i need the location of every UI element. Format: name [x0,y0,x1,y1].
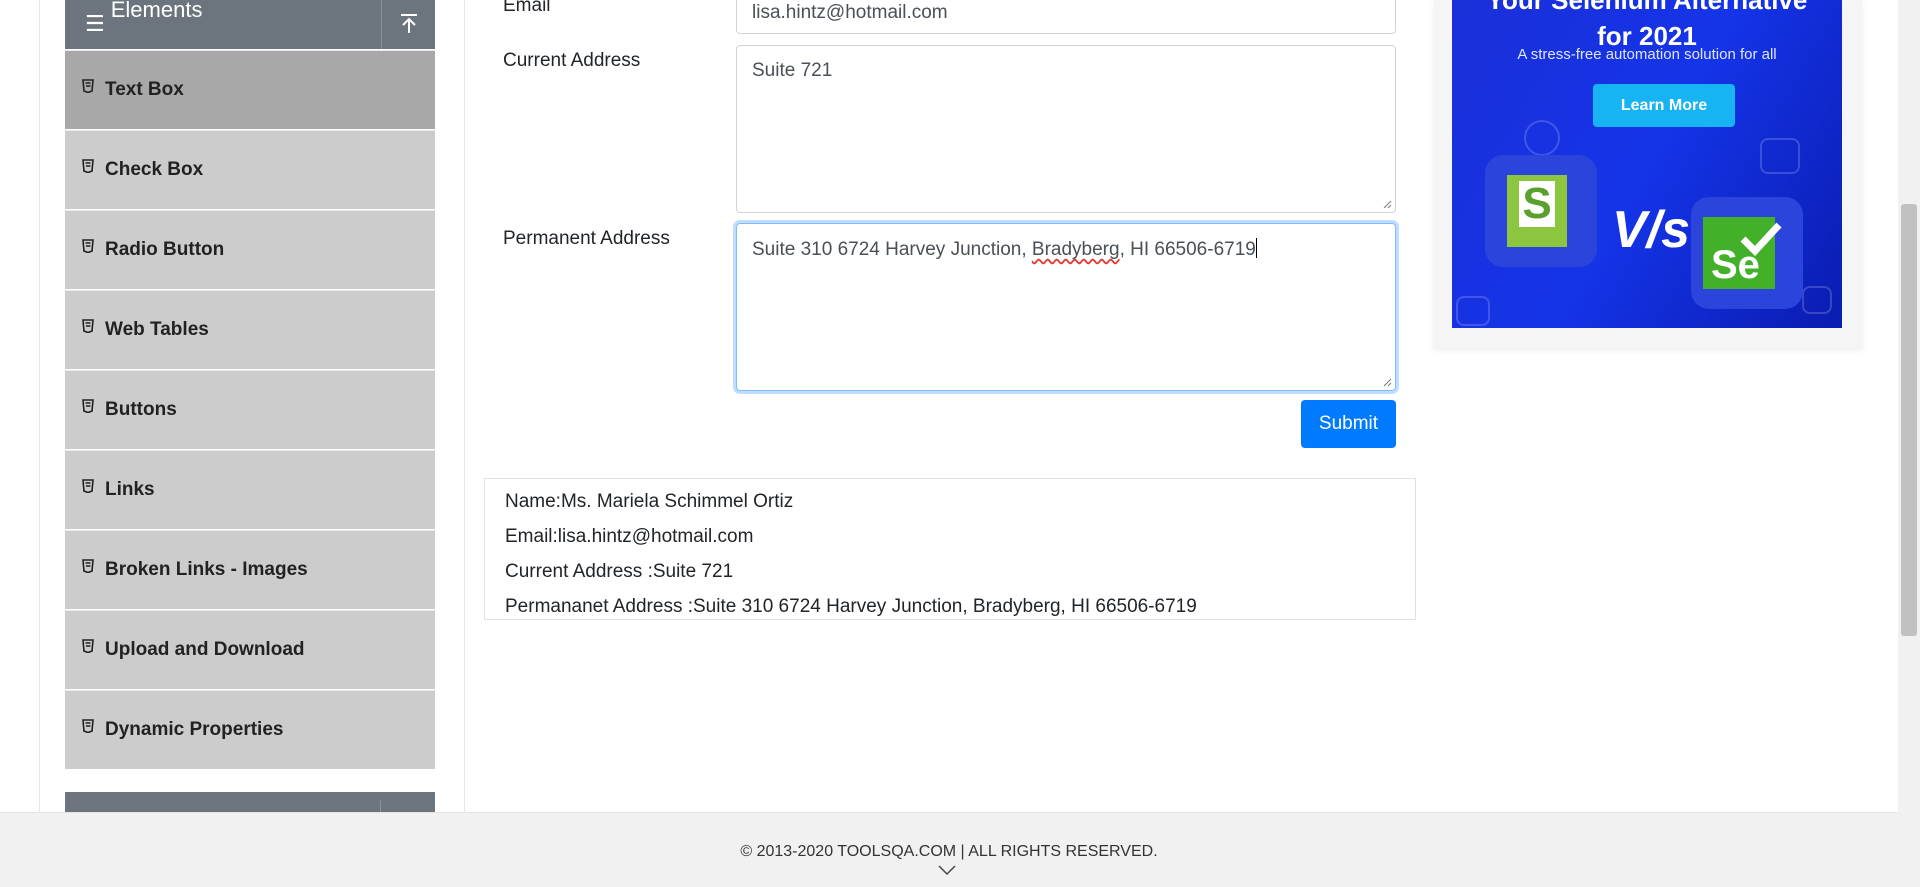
upload-arrow-icon [400,13,417,33]
ad-title-line1: Your Selenium Alternative [1486,0,1808,15]
checkmark-icon [1740,222,1782,257]
resize-grip-icon[interactable] [1382,199,1392,209]
sidebar-item-links[interactable]: Links [65,450,435,529]
resize-grip-icon[interactable] [1382,377,1392,387]
sidebar: ☰ Elements Text Box Check Box Radio Butt… [65,0,435,769]
sidebar-item-label: Broken Links - Images [105,559,308,580]
submit-button[interactable]: Submit [1301,400,1396,448]
output-name: Name:Ms. Mariela Schimmel Ortiz [505,491,794,512]
html5-icon [82,479,94,493]
sidebar-item-label: Text Box [105,79,184,100]
output-current-address: Current Address :Suite 721 [505,561,734,582]
sidebar-item-broken-links[interactable]: Broken Links - Images [65,530,435,609]
current-address-value: Suite 721 [752,60,833,81]
sidebar-item-text-box[interactable]: Text Box [65,50,435,129]
current-address-label: Current Address [503,50,641,71]
code-icon [1760,138,1800,174]
permanent-address-text-b: , HI 66506-6719 [1119,239,1256,260]
html5-icon [82,719,94,733]
left-divider [39,0,40,812]
html5-icon [82,239,94,253]
current-address-field[interactable]: Suite 721 [736,45,1396,213]
permanent-address-label: Permanent Address [503,228,670,249]
sidebar-item-check-box[interactable]: Check Box [65,130,435,209]
html5-icon [82,319,94,333]
sidebar-item-label: Upload and Download [105,639,305,660]
katalon-logo: S [1485,155,1597,267]
ad-banner[interactable]: Your Selenium Alternative for 2021 A str… [1452,0,1842,328]
elements-group-header[interactable]: ☰ Elements [65,0,435,49]
sidebar-item-dynamic-properties[interactable]: Dynamic Properties [65,690,435,769]
html5-icon [82,639,94,653]
html5-icon [82,159,94,173]
sidebar-item-label: Check Box [105,159,204,180]
sidebar-item-buttons[interactable]: Buttons [65,370,435,449]
output-permanent-address: Permananet Address :Suite 310 6724 Harve… [505,596,1197,617]
clock-icon [1524,120,1560,156]
menu-icon: ☰ [85,10,105,36]
sidebar-item-label: Dynamic Properties [105,719,284,740]
sidebar-item-label: Radio Button [105,239,225,260]
html5-icon [82,399,94,413]
sidebar-item-web-tables[interactable]: Web Tables [65,290,435,369]
output-panel: Name:Ms. Mariela Schimmel Ortiz Email:li… [484,478,1416,620]
text-caret [1255,238,1257,258]
chevron-down-icon[interactable] [937,864,957,876]
sidebar-item-radio-button[interactable]: Radio Button [65,210,435,289]
learn-more-button[interactable]: Learn More [1593,84,1735,127]
versus-text: V/s [1612,201,1691,259]
output-email: Email:lisa.hintz@hotmail.com [505,526,754,547]
ad-subtitle: A stress-free automation solution for al… [1517,46,1777,63]
email-label: Email [503,0,551,16]
group-title: Elements [110,0,203,22]
sidebar-item-label: Links [105,479,155,500]
selenium-logo: Se [1691,197,1803,309]
next-group-header[interactable] [65,792,435,814]
html5-icon [82,79,94,93]
browser-icon [1456,296,1490,326]
permanent-address-text-a: Suite 310 6724 Harvey Junction, [752,239,1032,260]
email-field[interactable]: lisa.hintz@hotmail.com [736,0,1396,34]
permanent-address-field[interactable]: Suite 310 6724 Harvey Junction, Bradyber… [736,223,1396,391]
scrollbar-thumb[interactable] [1901,204,1917,636]
logo-s-letter: S [1519,181,1555,227]
sidebar-divider [464,0,465,812]
advertisement: Your Selenium Alternative for 2021 A str… [1434,0,1862,348]
box-icon [1802,286,1832,314]
sidebar-item-label: Web Tables [105,319,209,340]
misspelled-word: Bradyberg [1031,239,1120,260]
sidebar-item-upload-download[interactable]: Upload and Download [65,610,435,689]
html5-icon [82,559,94,573]
footer-copyright: © 2013-2020 TOOLSQA.COM | ALL RIGHTS RES… [740,843,1158,860]
sidebar-item-label: Buttons [105,399,177,420]
page: ☰ Elements Text Box Check Box Radio Butt… [0,0,1920,887]
collapse-icon[interactable] [381,0,435,49]
